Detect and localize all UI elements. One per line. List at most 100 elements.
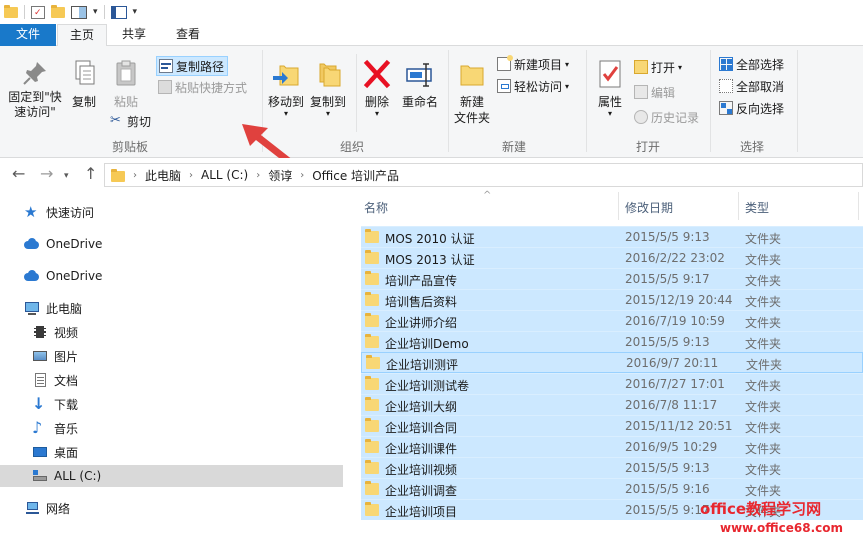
group-separator xyxy=(448,50,449,152)
table-row[interactable]: 企业培训调查 2015/5/5 9:16 文件夹 xyxy=(361,478,863,499)
move-to-icon xyxy=(273,65,299,86)
breadcrumb-item[interactable]: 领谆 xyxy=(268,167,292,184)
copy-path-icon xyxy=(159,59,173,73)
paste-shortcut-button[interactable]: 粘贴快捷方式 xyxy=(158,77,247,97)
table-row[interactable]: 企业培训视频 2015/5/5 9:13 文件夹 xyxy=(361,457,863,478)
copy-path-label: 复制路径 xyxy=(176,59,225,74)
delete-button[interactable]: 删除 ▾ xyxy=(360,58,394,118)
nav-item-onedrive[interactable]: OneDrive xyxy=(0,265,343,287)
column-header-date[interactable]: 修改日期 xyxy=(625,196,735,220)
chevron-down-icon: ▾ xyxy=(565,59,570,69)
select-all-button[interactable]: 全部选择 xyxy=(719,54,784,74)
breadcrumb-item[interactable]: ALL (C:) xyxy=(201,168,248,182)
tab-share[interactable]: 共享 xyxy=(110,24,158,46)
copy-to-button[interactable]: 复制到 ▾ xyxy=(308,58,348,118)
up-arrow-icon[interactable]: ↑ xyxy=(84,166,97,182)
table-row[interactable]: 企业讲师介绍 2016/7/19 10:59 文件夹 xyxy=(361,310,863,331)
new-folder-button[interactable]: 新建 文件夹 xyxy=(452,58,492,126)
nav-item-this-pc[interactable]: 此电脑 xyxy=(0,297,343,319)
chevron-down-icon[interactable]: ▾ xyxy=(93,7,98,17)
address-bar[interactable]: › 此电脑 › ALL (C:) › 领谆 › Office 培训产品 xyxy=(104,163,863,187)
copy-path-button[interactable]: 复制路径 xyxy=(156,56,229,76)
nav-item-label: 视频 xyxy=(54,325,79,340)
rename-button[interactable]: 重命名 xyxy=(398,58,442,110)
table-row[interactable]: MOS 2010 认证 2015/5/5 9:13 文件夹 xyxy=(361,226,863,247)
nav-item-quick-access[interactable]: ★ 快速访问 xyxy=(0,201,343,223)
nav-item-drive-c[interactable]: ALL (C:) xyxy=(0,465,343,487)
table-row[interactable]: 企业培训合同 2015/11/12 20:51 文件夹 xyxy=(361,415,863,436)
file-type: 文件夹 xyxy=(745,337,782,351)
nav-item-network[interactable]: 网络 xyxy=(0,497,343,519)
table-row[interactable]: 企业培训大纲 2016/7/8 11:17 文件夹 xyxy=(361,394,863,415)
move-to-button[interactable]: 移动到 ▾ xyxy=(266,58,306,118)
table-row[interactable]: MOS 2013 认证 2016/2/22 23:02 文件夹 xyxy=(361,247,863,268)
file-date: 2015/5/5 9:13 xyxy=(625,335,710,349)
forward-arrow-icon[interactable]: → xyxy=(40,166,53,182)
table-row[interactable]: 企业培训Demo 2015/5/5 9:13 文件夹 xyxy=(361,331,863,352)
file-name: 企业培训Demo xyxy=(385,337,469,351)
table-row[interactable]: 培训产品宣传 2015/5/5 9:17 文件夹 xyxy=(361,268,863,289)
folder-icon xyxy=(365,376,379,390)
tab-home[interactable]: 主页 xyxy=(57,24,107,47)
file-date: 2015/5/5 9:16 xyxy=(625,482,710,496)
easy-access-button[interactable]: 轻松访问 ▾ xyxy=(497,76,569,96)
pin-quick-access-button[interactable]: 固定到"快 速访问" xyxy=(4,58,66,120)
history-label: 历史记录 xyxy=(651,110,700,125)
tab-view[interactable]: 查看 xyxy=(164,24,212,46)
breadcrumb-separator[interactable]: › xyxy=(189,170,193,181)
table-row[interactable]: 企业培训测评 2016/9/7 20:11 文件夹 xyxy=(361,352,863,373)
column-header-name[interactable]: 名称 xyxy=(364,196,618,220)
new-item-button[interactable]: 新建项目 ▾ xyxy=(497,54,569,74)
folder-icon xyxy=(365,334,379,348)
cut-button[interactable]: ✂ 剪切 xyxy=(110,111,151,131)
folder-icon xyxy=(365,229,379,243)
column-divider[interactable] xyxy=(738,192,739,220)
nav-item-downloads[interactable]: ↓ 下载 xyxy=(0,393,343,415)
nav-item-pictures[interactable]: 图片 xyxy=(0,345,343,367)
invert-selection-label: 反向选择 xyxy=(736,101,785,116)
paste-button[interactable]: 粘贴 xyxy=(108,58,144,110)
edit-button[interactable]: 编辑 xyxy=(634,82,675,102)
open-button[interactable]: 打开 ▾ xyxy=(634,57,682,77)
invert-selection-button[interactable]: 反向选择 xyxy=(719,98,784,118)
select-none-button[interactable]: 全部取消 xyxy=(719,76,784,96)
column-divider[interactable] xyxy=(858,192,859,220)
select-all-label: 全部选择 xyxy=(736,57,785,72)
table-row[interactable]: 企业培训测试卷 2016/7/27 17:01 文件夹 xyxy=(361,373,863,394)
customize-toolbar-icon[interactable]: ▾ xyxy=(133,7,138,17)
details-pane-icon[interactable] xyxy=(110,5,127,19)
properties-icon[interactable]: ✓ xyxy=(31,5,45,19)
table-row[interactable]: 培训售后资料 2015/12/19 20:44 文件夹 xyxy=(361,289,863,310)
new-folder-icon[interactable] xyxy=(51,4,65,18)
layout-icon[interactable] xyxy=(71,5,87,19)
column-divider[interactable] xyxy=(618,192,619,220)
nav-item-label: OneDrive xyxy=(46,269,103,283)
back-arrow-icon[interactable]: ← xyxy=(12,166,25,182)
table-row[interactable]: 企业培训课件 2016/9/5 10:29 文件夹 xyxy=(361,436,863,457)
file-name: 培训售后资料 xyxy=(385,295,458,309)
nav-item-onedrive[interactable]: OneDrive xyxy=(0,233,343,255)
history-button[interactable]: 历史记录 xyxy=(634,107,699,127)
breadcrumb-separator[interactable]: › xyxy=(256,170,260,181)
nav-item-documents[interactable]: 文档 xyxy=(0,369,343,391)
folder-icon xyxy=(365,502,379,516)
column-header-type[interactable]: 类型 xyxy=(745,196,855,220)
nav-item-videos[interactable]: 视频 xyxy=(0,321,343,343)
copy-button[interactable]: 复制 xyxy=(66,58,102,110)
properties-label: 属性 xyxy=(597,95,622,109)
properties-button[interactable]: 属性 ▾ xyxy=(590,58,630,118)
nav-item-label: ALL (C:) xyxy=(54,469,102,483)
invert-selection-icon xyxy=(719,101,733,115)
watermark-title: office教程学习网 xyxy=(700,500,822,518)
breadcrumb-separator[interactable]: › xyxy=(300,170,304,181)
file-type: 文件夹 xyxy=(745,274,782,288)
tab-file[interactable]: 文件 xyxy=(0,24,56,46)
rename-label: 重命名 xyxy=(401,95,438,109)
breadcrumb-item[interactable]: Office 培训产品 xyxy=(312,167,399,184)
breadcrumb-separator[interactable]: › xyxy=(133,170,137,181)
file-list: ^ 名称 修改日期 类型 MOS 2010 认证 2015/5/5 9:13 文件夹… xyxy=(346,190,863,546)
breadcrumb-item[interactable]: 此电脑 xyxy=(145,167,181,184)
nav-item-desktop[interactable]: 桌面 xyxy=(0,441,343,463)
nav-item-music[interactable]: ♪ 音乐 xyxy=(0,417,343,439)
recent-locations-icon[interactable]: ▾ xyxy=(64,168,69,184)
